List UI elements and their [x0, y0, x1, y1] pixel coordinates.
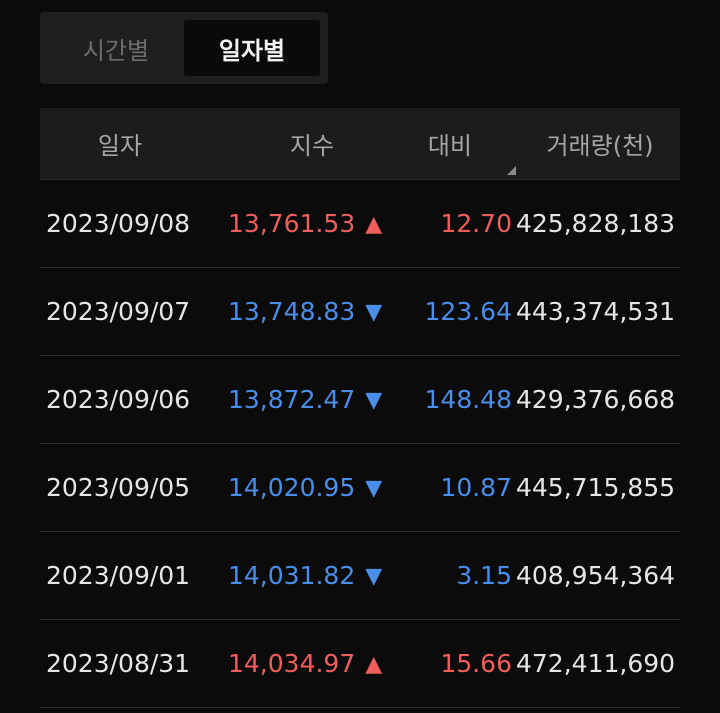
sort-corner-icon [507, 166, 516, 175]
cell-date: 2023/09/01 [46, 561, 191, 590]
cell-date: 2023/09/05 [46, 473, 191, 502]
cell-diff: 15.66 [440, 649, 512, 678]
cell-volume: 472,411,690 [516, 649, 676, 678]
cell-volume: 445,715,855 [516, 473, 676, 502]
index-history-panel: 시간별 일자별 일자 지수 대비 거래량(천) 2023/09/08 13,761… [0, 0, 720, 713]
tab-daily[interactable]: 일자별 [184, 20, 320, 76]
cell-index: 14,020.95 ▼ [226, 473, 398, 502]
index-value: 13,872.47 [228, 385, 356, 414]
table-row[interactable]: 2023/09/08 13,761.53 ▲ 12.70 425,828,183 [40, 180, 680, 268]
index-value: 14,020.95 [228, 473, 356, 502]
table-row[interactable]: 2023/09/01 14,031.82 ▼ 3.15 408,954,364 [40, 532, 680, 620]
cell-diff: 123.64 [424, 297, 512, 326]
index-value: 13,761.53 [228, 209, 356, 238]
table-row[interactable]: 2023/09/06 13,872.47 ▼ 148.48 429,376,668 [40, 356, 680, 444]
index-value: 14,031.82 [228, 561, 356, 590]
index-value: 14,034.97 [228, 649, 356, 678]
cell-date: 2023/09/07 [46, 297, 191, 326]
period-toggle: 시간별 일자별 [40, 12, 328, 84]
arrow-down-icon: ▼ [365, 300, 383, 325]
cell-volume: 408,954,364 [516, 561, 676, 590]
cell-diff: 3.15 [456, 561, 512, 590]
cell-index: 13,761.53 ▲ [226, 209, 398, 238]
arrow-up-icon: ▲ [365, 212, 383, 237]
header-diff[interactable]: 대비 [398, 126, 516, 161]
index-value: 13,748.83 [228, 297, 356, 326]
cell-diff: 148.48 [424, 385, 512, 414]
header-volume[interactable]: 거래량(천) [516, 126, 680, 161]
arrow-down-icon: ▼ [365, 388, 383, 413]
header-index[interactable]: 지수 [226, 126, 398, 161]
cell-date: 2023/08/31 [46, 649, 191, 678]
cell-diff: 10.87 [440, 473, 512, 502]
cell-date: 2023/09/06 [46, 385, 191, 414]
cell-volume: 443,374,531 [516, 297, 676, 326]
cell-volume: 429,376,668 [516, 385, 676, 414]
daily-index-table: 일자 지수 대비 거래량(천) 2023/09/08 13,761.53 ▲ 12.7… [40, 108, 680, 708]
cell-index: 14,034.97 ▲ [226, 649, 398, 678]
cell-index: 14,031.82 ▼ [226, 561, 398, 590]
table-row[interactable]: 2023/09/07 13,748.83 ▼ 123.64 443,374,531 [40, 268, 680, 356]
table-header: 일자 지수 대비 거래량(천) [40, 108, 680, 180]
table-body: 2023/09/08 13,761.53 ▲ 12.70 425,828,183 2023… [40, 180, 680, 708]
table-row[interactable]: 2023/09/05 14,020.95 ▼ 10.87 445,715,855 [40, 444, 680, 532]
arrow-down-icon: ▼ [365, 476, 383, 501]
arrow-up-icon: ▲ [365, 652, 383, 677]
table-row[interactable]: 2023/08/31 14,034.97 ▲ 15.66 472,411,690 [40, 620, 680, 708]
cell-diff: 12.70 [440, 209, 512, 238]
header-date[interactable]: 일자 [40, 126, 226, 161]
cell-index: 13,748.83 ▼ [226, 297, 398, 326]
cell-date: 2023/09/08 [46, 209, 191, 238]
cell-index: 13,872.47 ▼ [226, 385, 398, 414]
tab-hourly[interactable]: 시간별 [48, 20, 184, 76]
arrow-down-icon: ▼ [365, 564, 383, 589]
cell-volume: 425,828,183 [516, 209, 676, 238]
